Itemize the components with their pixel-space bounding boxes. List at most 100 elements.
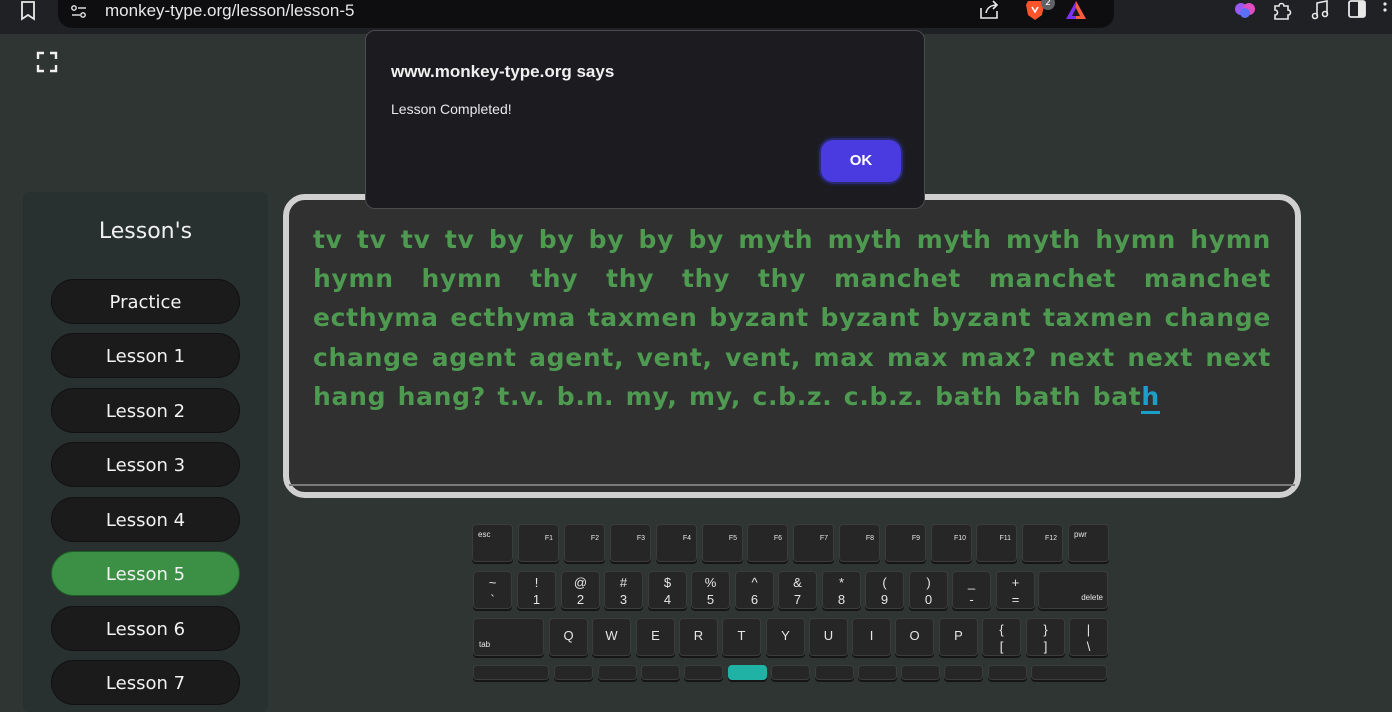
key-fn-13[interactable]: pwr (1068, 524, 1109, 562)
key-label: } (1043, 622, 1048, 637)
key-top-12[interactable]: }] (1026, 618, 1065, 656)
key-label: 4 (663, 592, 672, 607)
key-fn-4[interactable]: F4 (656, 524, 697, 562)
share-icon[interactable] (978, 0, 1000, 20)
key-fn-1[interactable]: F1 (518, 524, 559, 562)
key-num-10[interactable]: ) 0 (909, 571, 948, 609)
browser-menu-icon[interactable] (1382, 0, 1388, 20)
key-num-0[interactable]: ~ ` (473, 571, 512, 609)
key-num-7[interactable]: & 7 (778, 571, 817, 609)
key-top-7[interactable]: U (809, 618, 848, 656)
key-label: 5 (706, 592, 715, 607)
key-fn-3[interactable]: F3 (610, 524, 651, 562)
key-num-2[interactable]: @2 (561, 571, 600, 609)
key-label: ( (882, 575, 887, 590)
key-fn-12[interactable]: F12 (1022, 524, 1063, 562)
key-fn-9[interactable]: F9 (885, 524, 926, 562)
extensions-puzzle-icon[interactable] (1272, 0, 1292, 20)
key-label: tab (479, 640, 491, 649)
sidebar-item-lesson-6[interactable]: Lesson 6 (51, 606, 240, 651)
key-top-13[interactable]: | \ (1069, 618, 1108, 656)
key-top-9[interactable]: O (895, 618, 934, 656)
key-home-2[interactable] (598, 665, 637, 680)
bookmark-icon[interactable] (20, 1, 36, 21)
sidebar-item-lesson-7[interactable]: Lesson 7 (51, 660, 240, 705)
key-fn-8[interactable]: F8 (839, 524, 880, 562)
key-fn-11[interactable]: F11 (976, 524, 1017, 562)
key-top-10[interactable]: P (939, 618, 978, 656)
key-top-11[interactable]: {[ (982, 618, 1021, 656)
sidebar-item-lesson-2[interactable]: Lesson 2 (51, 388, 240, 433)
key-label: delete (1081, 593, 1103, 602)
key-home-5[interactable] (728, 665, 767, 680)
key-num-4[interactable]: $4 (648, 571, 687, 609)
key-num-13[interactable]: delete (1038, 571, 1108, 609)
key-home-9[interactable] (901, 665, 940, 680)
sidebar-item-lesson-4[interactable]: Lesson 4 (51, 497, 240, 542)
key-fn-6[interactable]: F6 (747, 524, 788, 562)
key-label: pwr (1074, 530, 1087, 539)
key-label: 6 (750, 592, 759, 607)
key-top-4[interactable]: R (679, 618, 718, 656)
extension-brain-icon[interactable] (1234, 0, 1256, 20)
key-home-1[interactable] (554, 665, 593, 680)
key-home-4[interactable] (684, 665, 723, 680)
side-panel-icon[interactable] (1347, 0, 1367, 20)
key-num-8[interactable]: * 8 (822, 571, 861, 609)
key-home-10[interactable] (944, 665, 983, 680)
key-num-3[interactable]: #3 (604, 571, 643, 609)
key-top-2[interactable]: W (592, 618, 631, 656)
key-label: Q (563, 628, 574, 643)
key-label: 9 (880, 592, 889, 607)
key-num-6[interactable]: ^ 6 (735, 571, 774, 609)
dialog-message: Lesson Completed! (391, 101, 512, 117)
key-home-11[interactable] (988, 665, 1027, 680)
address-bar[interactable]: monkey-type.org/lesson/lesson-5 2 (58, 0, 1114, 28)
sidebar-item-lesson-1[interactable]: Lesson 1 (51, 333, 240, 378)
key-home-7[interactable] (815, 665, 854, 680)
dialog-ok-button[interactable]: OK (817, 136, 905, 186)
key-num-11[interactable]: _ - (952, 571, 991, 609)
dialog-title: www.monkey-type.org says (391, 62, 615, 81)
sidebar-item-lesson-5[interactable]: Lesson 5 (51, 551, 240, 596)
key-fn-7[interactable]: F7 (793, 524, 834, 562)
key-top-8[interactable]: I (852, 618, 891, 656)
key-num-1[interactable]: ! 1 (517, 571, 556, 609)
key-top-0[interactable]: tab (473, 618, 544, 656)
key-label: T (737, 628, 746, 643)
key-label: F1 (544, 535, 553, 542)
key-label: = (1011, 592, 1020, 607)
fullscreen-icon[interactable] (36, 51, 58, 73)
key-home-3[interactable] (641, 665, 680, 680)
key-label: U (823, 628, 834, 643)
key-top-6[interactable]: Y (766, 618, 805, 656)
key-home-6[interactable] (771, 665, 810, 680)
key-label: esc (478, 530, 491, 539)
site-info-icon[interactable] (70, 3, 88, 21)
url-text[interactable]: monkey-type.org/lesson/lesson-5 (105, 1, 354, 21)
key-fn-0[interactable]: esc (472, 524, 513, 562)
key-fn-2[interactable]: F2 (564, 524, 605, 562)
media-controls-icon[interactable] (1310, 0, 1330, 20)
key-label: F5 (728, 535, 737, 542)
key-home-0[interactable] (473, 665, 549, 680)
sidebar-item-lesson-3[interactable]: Lesson 3 (51, 442, 240, 487)
key-home-12[interactable] (1031, 665, 1107, 680)
key-num-12[interactable]: + = (996, 571, 1035, 609)
key-top-5[interactable]: T (722, 618, 761, 656)
key-top-1[interactable]: Q (549, 618, 588, 656)
key-label: _ (967, 575, 976, 590)
sidebar-item-practice[interactable]: Practice (51, 279, 240, 324)
key-fn-10[interactable]: F10 (931, 524, 972, 562)
key-top-3[interactable]: E (636, 618, 675, 656)
key-num-5[interactable]: % 5 (691, 571, 730, 609)
key-num-9[interactable]: (9 (865, 571, 904, 609)
typed-text: tv tv tv tv by by by by by myth myth myt… (313, 225, 1271, 411)
key-home-8[interactable] (858, 665, 897, 680)
typing-area[interactable]: tv tv tv tv by by by by by myth myth myt… (283, 194, 1301, 498)
key-label: F2 (590, 535, 599, 542)
brave-rewards-icon[interactable] (1064, 0, 1088, 20)
key-label: ! (534, 575, 539, 590)
key-label: % (704, 575, 717, 590)
key-fn-5[interactable]: F5 (702, 524, 743, 562)
